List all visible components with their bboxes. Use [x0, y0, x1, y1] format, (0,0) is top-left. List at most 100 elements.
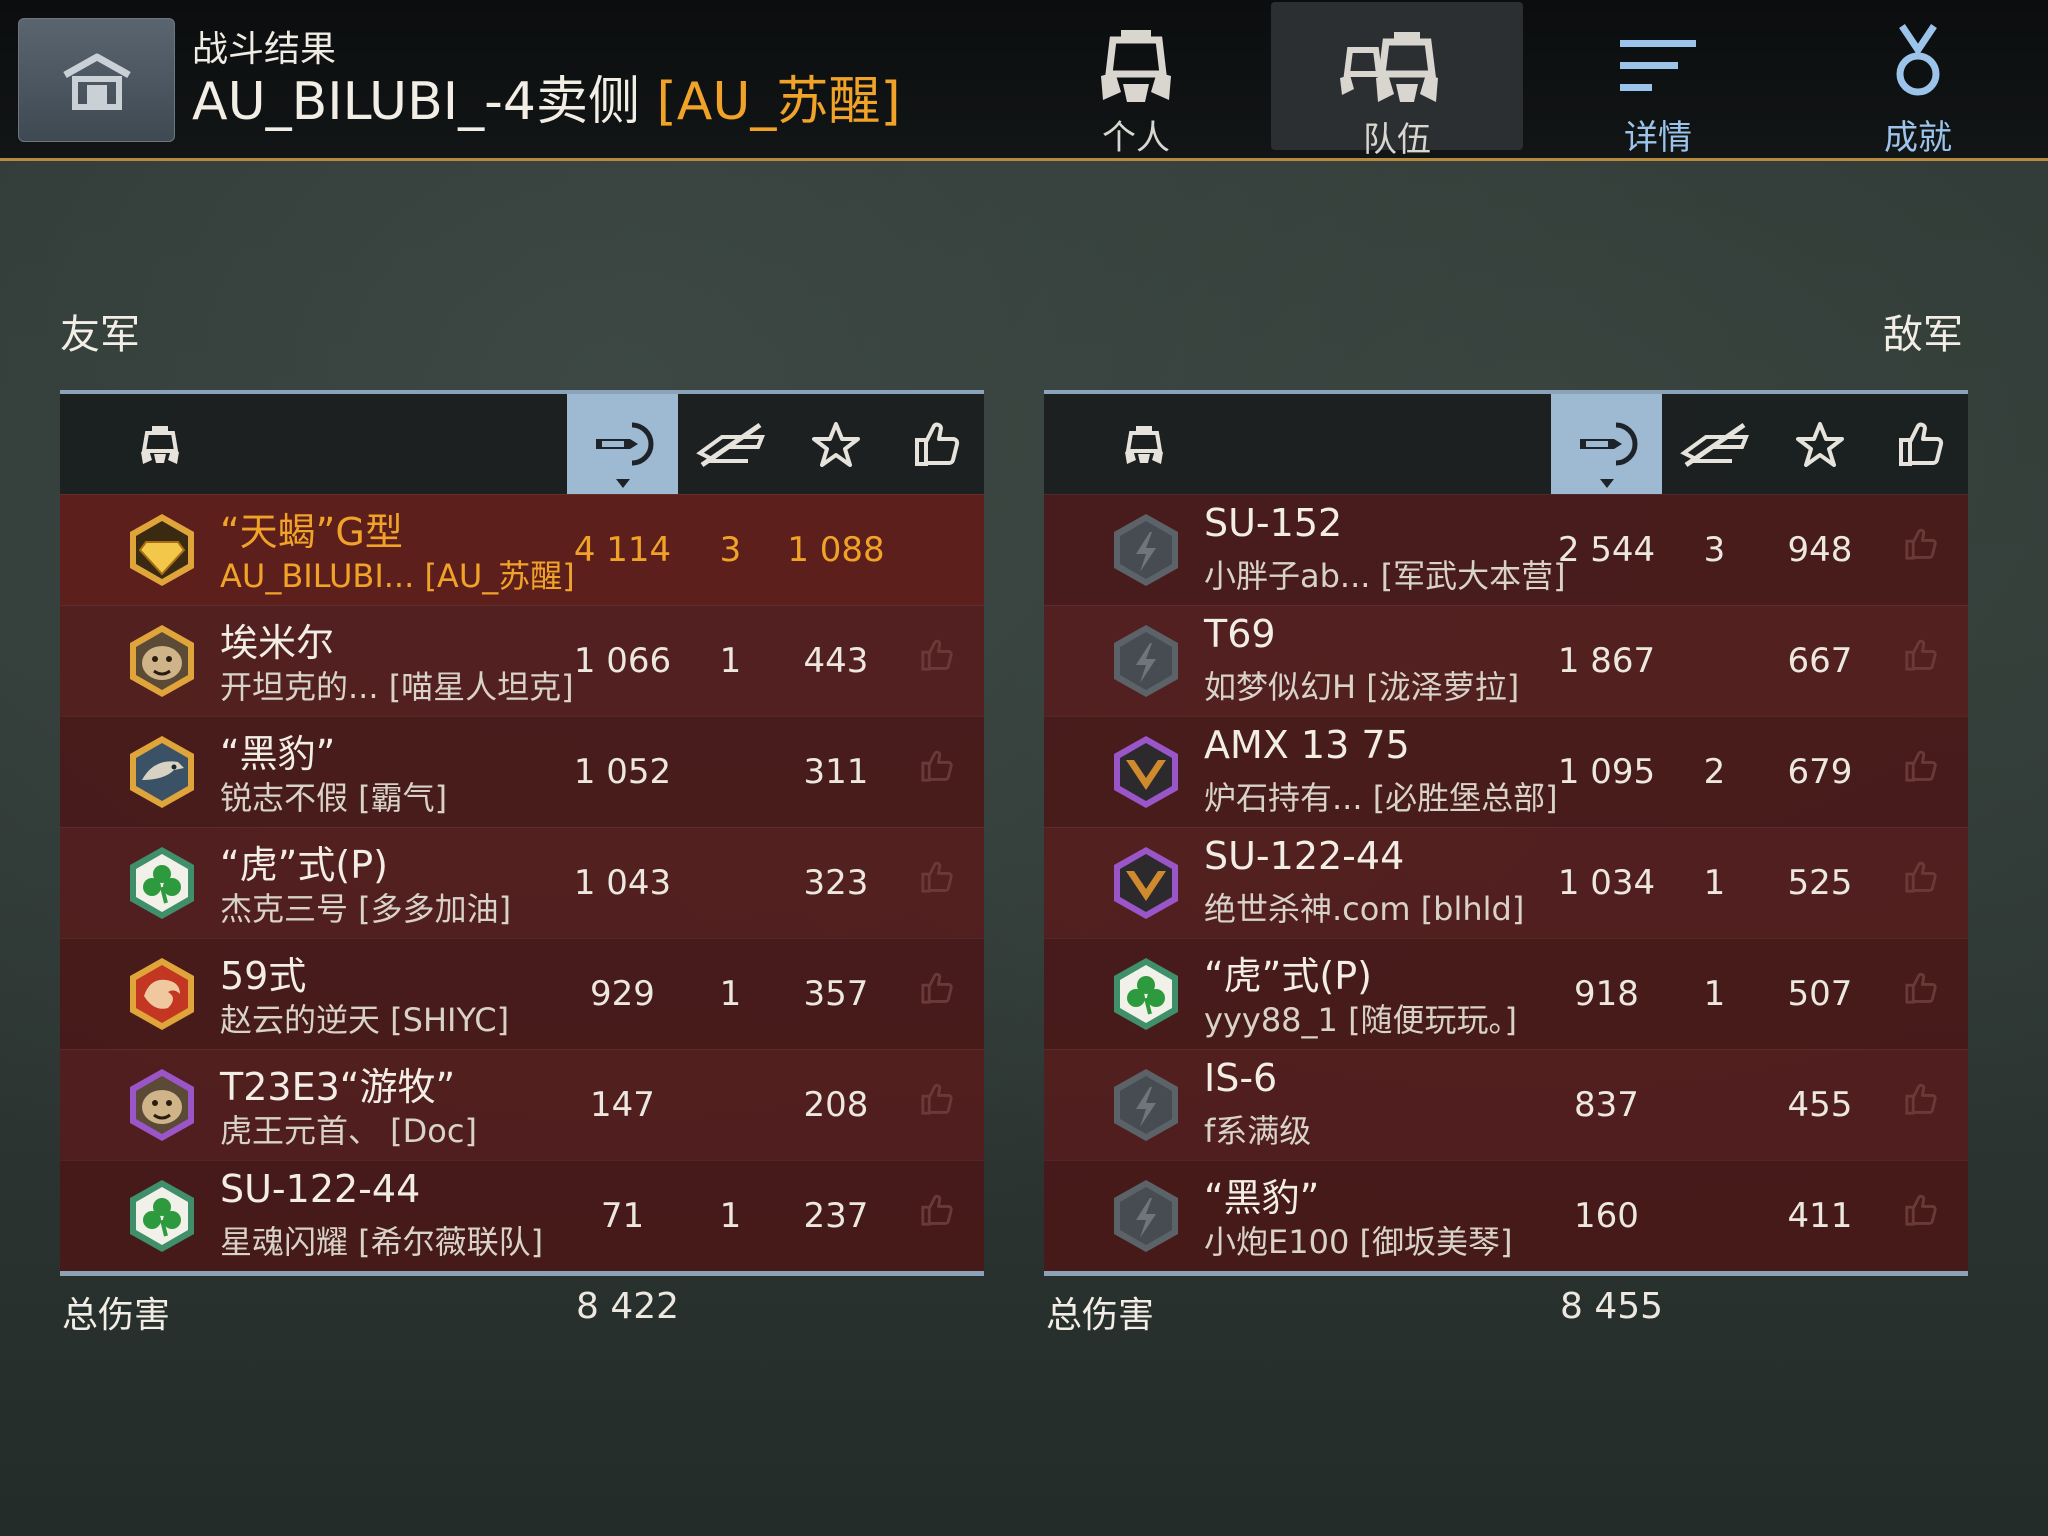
map-name: AU_BILUBI_-4卖侧	[192, 72, 640, 132]
enemies-rows: SU-152 小胖子ab... [军武大本营] 2 544 3 948 T69 如梦似幻H …	[1044, 494, 1968, 1271]
xp-column-header[interactable]	[1767, 394, 1873, 494]
damage-column-header[interactable]	[1551, 394, 1662, 494]
damage-shell-icon	[1579, 422, 1637, 466]
purple-chevron-badge-icon	[1108, 845, 1184, 921]
tank-name: 埃米尔	[220, 621, 335, 665]
player-name: 星魂闪耀 [希尔薇联队]	[220, 1223, 544, 1261]
player-column-header[interactable]	[120, 394, 200, 494]
allies-table-footer	[60, 1271, 984, 1276]
allies-player-row[interactable]: “黑豹” 锐志不假 [霸气] 1 052 311	[60, 716, 984, 827]
tank-name: “天蝎”G型	[220, 510, 403, 554]
like-button[interactable]	[889, 717, 984, 827]
enemies-player-row[interactable]: SU-152 小胖子ab... [军武大本营] 2 544 3 948	[1044, 494, 1968, 605]
enemies-total-damage: 8 455	[1559, 1286, 1664, 1327]
green-clover-badge-icon	[124, 1178, 200, 1254]
thumbs-up-icon	[920, 717, 954, 827]
tank-name: SU-152	[1204, 501, 1343, 545]
enemies-player-row[interactable]: IS-6 f系满级 837 455	[1044, 1049, 1968, 1160]
enemies-player-row[interactable]: “虎”式(P) yyy88_1 [随便玩玩。] 918 1 507	[1044, 938, 1968, 1049]
allies-player-row[interactable]: SU-122-44 星魂闪耀 [希尔薇联队] 71 1 237	[60, 1160, 984, 1271]
thumbs-up-icon	[920, 1050, 954, 1160]
allies-player-row[interactable]: “天蝎”G型 AU_BILUBI... [AU_苏醒] 4 114 3 1 088	[60, 494, 984, 605]
damage-value: 2 544	[1557, 530, 1656, 570]
sort-desc-indicator	[615, 479, 630, 488]
enemies-player-row[interactable]: SU-122-44 绝世杀神.com [blhld] 1 034 1 525	[1044, 827, 1968, 938]
tank-commander-icon	[1101, 30, 1171, 102]
player-name: AU_BILUBI... [AU_苏醒]	[220, 557, 575, 595]
player-name: f系满级	[1204, 1112, 1312, 1150]
green-clover-badge-icon	[1108, 956, 1184, 1032]
enemies-label: 敌军	[1883, 312, 1963, 358]
like-button[interactable]	[1873, 606, 1968, 716]
player-name: 锐志不假 [霸气]	[220, 779, 448, 817]
home-button[interactable]	[18, 18, 175, 142]
thumbs-up-icon	[1904, 717, 1938, 827]
kills-value	[1662, 1050, 1767, 1160]
red-dragon-badge-icon	[124, 956, 200, 1032]
xp-value: 948	[1787, 530, 1853, 570]
like-button[interactable]	[889, 1050, 984, 1160]
kills-value	[678, 828, 783, 938]
allies-player-row[interactable]: T23E3“游牧” 虎王元首、 [Doc] 147 208	[60, 1049, 984, 1160]
xp-column-header[interactable]	[783, 394, 889, 494]
xp-value: 208	[803, 1085, 869, 1125]
tab-details[interactable]: 详情	[1532, 0, 1784, 158]
tank-name: 59式	[220, 954, 307, 998]
allies-player-row[interactable]: 59式 赵云的逆天 [SHIYC] 929 1 357	[60, 938, 984, 1049]
tank-name: SU-122-44	[220, 1167, 421, 1211]
like-button[interactable]	[1873, 1050, 1968, 1160]
star-icon	[1796, 422, 1844, 467]
like-button[interactable]	[889, 828, 984, 938]
tab-team[interactable]: 队伍	[1271, 2, 1523, 160]
tab-achievements[interactable]: 成就	[1792, 0, 2044, 158]
enemies-player-row[interactable]: T69 如梦似幻H [泷泽萝拉] 1 867 667	[1044, 605, 1968, 716]
gold-tiger-badge-icon	[124, 623, 200, 699]
grey-lightning-badge-icon	[1108, 512, 1184, 588]
xp-value: 507	[1787, 974, 1853, 1014]
tab-personal-label: 个人	[1102, 118, 1170, 158]
player-name: 小胖子ab... [军武大本营]	[1204, 557, 1566, 595]
like-button[interactable]	[889, 939, 984, 1049]
like-column-header[interactable]	[889, 394, 984, 494]
kills-column-header[interactable]	[1662, 394, 1767, 494]
damage-column-header[interactable]	[567, 394, 678, 494]
like-button[interactable]	[1873, 717, 1968, 827]
green-clover-badge-icon	[124, 845, 200, 921]
tab-achievements-label: 成就	[1884, 118, 1952, 158]
star-icon	[812, 422, 860, 467]
allies-player-row[interactable]: 埃米尔 开坦克的... [喵星人坦克] 1 066 1 443	[60, 605, 984, 716]
grey-lightning-badge-icon	[1108, 1067, 1184, 1143]
tank-name: “黑豹”	[1204, 1176, 1320, 1220]
enemies-panel: SU-152 小胖子ab... [军武大本营] 2 544 3 948 T69 如梦似幻H …	[1044, 390, 1968, 1276]
tank-name: “虎”式(P)	[1204, 954, 1372, 998]
xp-value: 525	[1787, 863, 1853, 903]
tank-name: T69	[1204, 612, 1276, 656]
xp-value: 411	[1787, 1196, 1853, 1236]
like-button[interactable]	[889, 1161, 984, 1271]
like-button[interactable]	[1873, 939, 1968, 1049]
kills-value: 1	[719, 1196, 742, 1236]
like-button[interactable]	[1873, 495, 1968, 605]
like-column-header[interactable]	[1873, 394, 1968, 494]
allies-player-row[interactable]: “虎”式(P) 杰克三号 [多多加油] 1 043 323	[60, 827, 984, 938]
tank-name: “黑豹”	[220, 732, 336, 776]
grey-lightning-badge-icon	[1108, 623, 1184, 699]
enemies-total-label: 总伤害	[1046, 1295, 1155, 1336]
allies-panel: “天蝎”G型 AU_BILUBI... [AU_苏醒] 4 114 3 1 088 埃米尔…	[60, 390, 984, 1276]
kills-column-header[interactable]	[678, 394, 783, 494]
kills-value: 3	[719, 530, 742, 570]
damage-value: 4 114	[573, 530, 672, 570]
thumbs-up-icon	[920, 1161, 954, 1271]
damage-value: 1 867	[1557, 641, 1656, 681]
like-button[interactable]	[889, 606, 984, 716]
damage-value: 837	[1574, 1085, 1639, 1125]
thumbs-up-icon	[1904, 939, 1938, 1049]
like-button[interactable]	[1873, 1161, 1968, 1271]
enemies-player-row[interactable]: AMX 13 75 炉石持有... [必胜堡总部] 1 095 2 679	[1044, 716, 1968, 827]
like-button[interactable]	[1873, 828, 1968, 938]
thumbs-up-icon	[1904, 828, 1938, 938]
tab-personal[interactable]: 个人	[1010, 0, 1262, 158]
player-column-header[interactable]	[1104, 394, 1184, 494]
player-name: 赵云的逆天 [SHIYC]	[220, 1001, 510, 1039]
enemies-player-row[interactable]: “黑豹” 小炮E100 [御坂美琴] 160 411	[1044, 1160, 1968, 1271]
